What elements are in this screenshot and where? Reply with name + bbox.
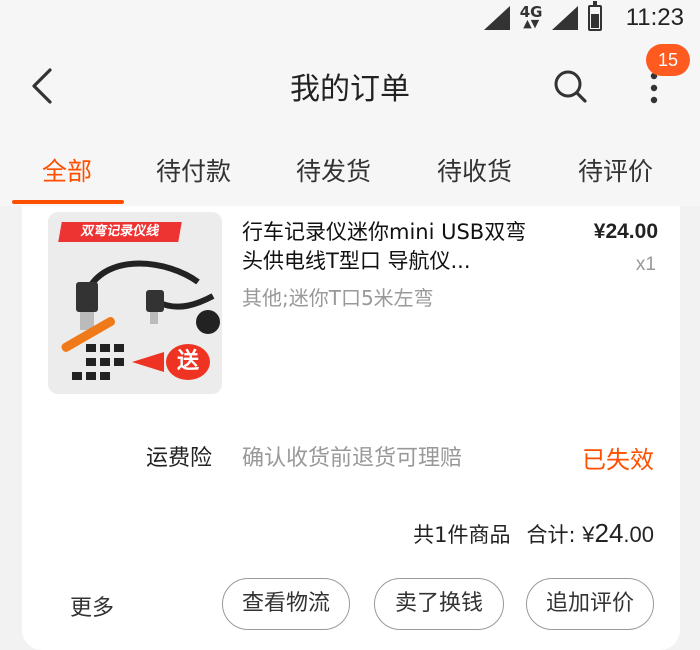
order-tabs: 全部 待付款 待发货 待收货 待评价 — [0, 134, 700, 206]
signal-icon-2 — [551, 6, 578, 30]
tab-pending-review[interactable]: 待评价 — [578, 152, 653, 188]
search-icon[interactable] — [552, 68, 588, 104]
more-actions-link[interactable]: 更多 — [70, 590, 114, 622]
product-image-badge: 送 — [166, 344, 210, 380]
sell-for-cash-button[interactable]: 卖了换钱 — [374, 578, 504, 630]
order-card: 双弯记录仪线 送 行车记录仪迷你mini USB双弯头供电线T型口 导航仪...… — [22, 206, 680, 650]
add-review-button[interactable]: 追加评价 — [526, 578, 654, 630]
network-indicator: 4G ▲▼ — [520, 5, 543, 30]
page-title: 我的订单 — [290, 72, 410, 107]
total-amount: ¥24.00 — [582, 518, 654, 548]
active-tab-indicator — [12, 200, 124, 204]
product-title[interactable]: 行车记录仪迷你mini USB双弯头供电线T型口 导航仪... — [242, 218, 542, 276]
product-price: ¥24.00 — [593, 220, 658, 243]
total-currency: ¥ — [582, 522, 595, 547]
total-decimal: .00 — [623, 522, 654, 547]
status-time: 11:23 — [625, 4, 684, 31]
total-label: 合计: — [526, 523, 576, 547]
tab-pending-payment[interactable]: 待付款 — [156, 152, 231, 188]
notification-badge: 15 — [646, 44, 690, 76]
tab-all[interactable]: 全部 — [42, 152, 92, 188]
app-header: 我的订单 15 — [0, 36, 700, 134]
order-total: 合计: ¥24.00 — [526, 518, 654, 549]
order-summary: 共1件商品 合计: ¥24.00 — [413, 518, 654, 549]
view-logistics-button[interactable]: 查看物流 — [222, 578, 350, 630]
product-image[interactable]: 双弯记录仪线 送 — [48, 212, 222, 394]
shipping-insurance-status: 已失效 — [582, 446, 654, 474]
product-quantity: x1 — [635, 254, 656, 275]
product-sku: 其他;迷你T口5米左弯 — [242, 286, 434, 310]
signal-icon — [483, 6, 510, 30]
shipping-insurance-description: 确认收货前退货可理赔 — [242, 446, 463, 471]
total-integer: 24 — [594, 518, 624, 548]
status-bar: 4G ▲▼ 11:23 — [0, 0, 700, 36]
battery-icon — [587, 1, 602, 31]
item-count: 共1件商品 — [413, 523, 511, 547]
tab-pending-receipt[interactable]: 待收货 — [437, 152, 512, 188]
status-icons: 4G ▲▼ 11:23 — [483, 0, 684, 36]
shipping-insurance-label: 运费险 — [146, 446, 213, 471]
tab-pending-shipment[interactable]: 待发货 — [296, 152, 371, 188]
